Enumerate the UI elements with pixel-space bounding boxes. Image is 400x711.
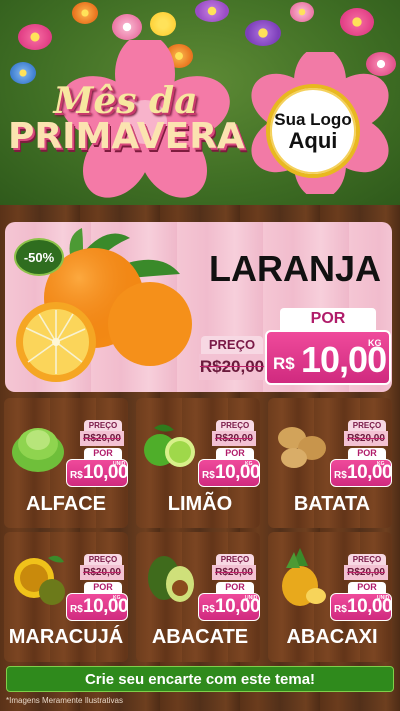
page-title: Mês da PRIMAVERA: [8, 80, 245, 157]
title-line-2: PRIMAVERA: [8, 116, 245, 157]
pineapple-icon: [282, 548, 326, 606]
currency-symbol: R$: [202, 470, 215, 481]
por-label: POR: [84, 582, 122, 593]
currency-symbol: R$: [334, 470, 347, 481]
product-name: LIMÃO: [167, 493, 233, 515]
logo-placeholder: Sua Logo Aqui: [266, 84, 360, 178]
featured-product-name: LARANJA: [208, 248, 381, 289]
unit-label: KG: [377, 461, 385, 467]
product-name: ABACATE: [151, 626, 249, 648]
old-price: R$20,00: [344, 431, 388, 446]
product-name: BATATA: [293, 493, 371, 515]
por-label: POR: [348, 582, 386, 593]
currency-symbol: R$: [70, 604, 83, 615]
preco-label: PREÇO: [348, 554, 386, 565]
product-price-box: R$ 10,00 KG: [198, 459, 261, 487]
product-name: ABACAXI: [286, 626, 378, 648]
product-price-box: R$ 10,00 UNID: [330, 593, 393, 621]
old-price: R$20,00: [212, 431, 256, 446]
flower-icon: [245, 20, 281, 46]
product-price-box: R$ 10,00 KG: [66, 593, 129, 621]
unit-label: KG: [245, 461, 253, 467]
old-price: R$20,00: [212, 565, 256, 580]
preco-label: PREÇO: [348, 420, 386, 431]
por-label: POR: [84, 448, 122, 459]
logo-text-2: Aqui: [288, 127, 338, 153]
potato-icon: [278, 427, 326, 468]
por-label: POR: [216, 582, 254, 593]
unit-label: UNID: [245, 595, 258, 601]
product-price-box: R$ 10,00 UNID: [198, 593, 261, 621]
por-label: POR: [280, 308, 376, 330]
preco-label: PREÇO: [201, 336, 263, 354]
product-name: MARACUJÁ: [8, 626, 124, 648]
currency-symbol: R$: [334, 604, 347, 615]
old-price: R$20,00: [199, 354, 265, 380]
flower-icon: [112, 14, 142, 40]
flower-icon: [150, 12, 176, 36]
old-price: R$20,00: [80, 565, 124, 580]
currency-symbol: R$: [202, 604, 215, 615]
flower-icon: [195, 0, 229, 22]
preco-label: PREÇO: [84, 420, 122, 431]
por-label: POR: [216, 448, 254, 459]
flower-icon: [290, 2, 314, 22]
discount-badge: -50%: [14, 238, 64, 276]
currency-symbol: R$: [273, 354, 295, 373]
product-price: 10,00: [347, 462, 393, 483]
unit-label: UNID: [113, 461, 126, 467]
preco-label: PREÇO: [216, 420, 254, 431]
lettuce-icon: [12, 428, 64, 472]
product-name: ALFACE: [26, 493, 106, 515]
preco-label: PREÇO: [216, 554, 254, 565]
unit-label: UNID: [377, 595, 390, 601]
product-price-box: R$ 10,00 KG: [330, 459, 393, 487]
product-price: 10,00: [83, 596, 129, 617]
lime-icon: [144, 424, 195, 467]
currency-symbol: R$: [70, 470, 83, 481]
old-price: R$20,00: [80, 431, 124, 446]
old-price: R$20,00: [344, 565, 388, 580]
flower-icon: [72, 2, 98, 24]
unit-label: KG: [113, 595, 121, 601]
flower-icon: [340, 8, 374, 36]
avocado-icon: [148, 556, 194, 602]
flower-icon: [18, 24, 52, 50]
product-price: 10,00: [215, 462, 261, 483]
create-flyer-button[interactable]: Crie seu encarte com este tema!: [6, 666, 394, 692]
product-price-box: R$ 10,00 UNID: [66, 459, 129, 487]
preco-label: PREÇO: [84, 554, 122, 565]
featured-price-box: R$ 10,00 KG: [265, 330, 391, 385]
unit-label: KG: [368, 338, 382, 348]
disclaimer-text: *Imagens Meramente Ilustrativas: [6, 696, 123, 705]
por-label: POR: [348, 448, 386, 459]
passion-fruit-icon: [14, 555, 65, 605]
logo-text-1: Sua Logo: [274, 109, 352, 129]
